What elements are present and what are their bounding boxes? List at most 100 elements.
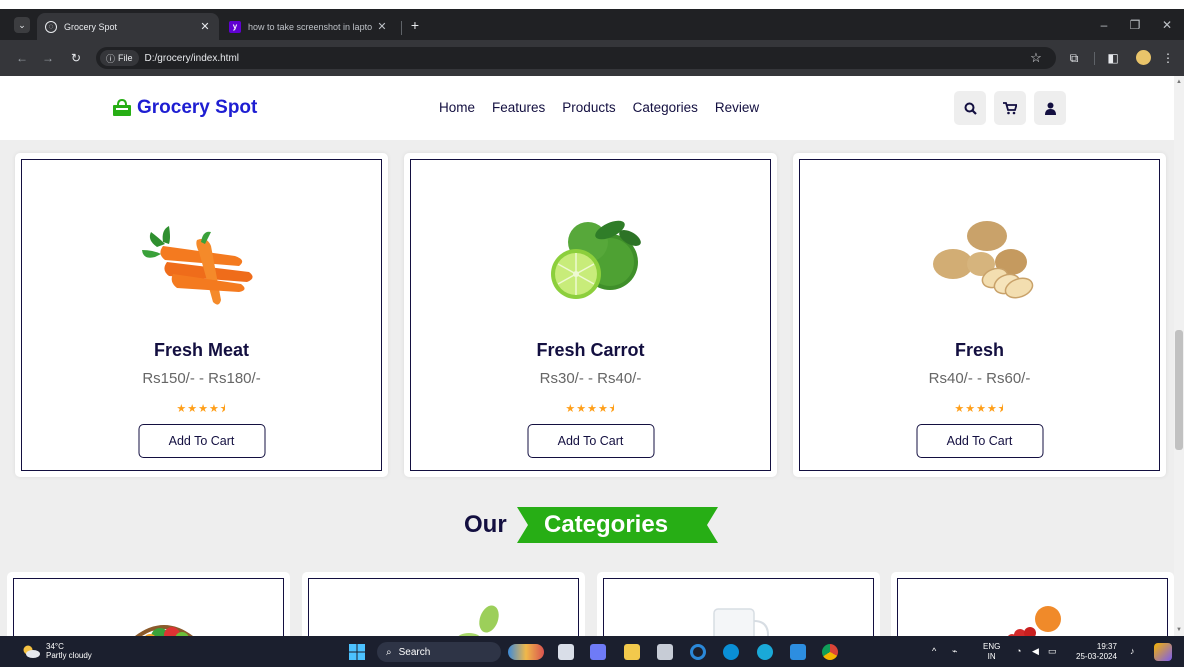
scrollbar-thumb[interactable] [1175,330,1183,450]
scroll-down-arrow-icon[interactable]: ▼ [1175,626,1183,634]
taskbar-search-label: Search [398,646,431,658]
product-card-frame: Fresh Rs40/- - Rs60/- ★★★★⯨ Add To Cart [799,159,1160,471]
cart-button[interactable] [994,91,1026,125]
vscode-icon[interactable] [790,644,806,660]
star-rating: ★★★★⯨ [176,403,227,415]
nav-categories[interactable]: Categories [633,100,698,115]
store-icon[interactable] [657,644,673,660]
site-info-chip[interactable]: ⓘ File [100,50,139,66]
product-card-frame: Fresh Meat Rs150/- - Rs180/- ★★★★⯨ Add T… [21,159,382,471]
nav-home[interactable]: Home [439,100,475,115]
windows-taskbar: 34°C Partly cloudy ⌕ Search ^ ⌁ ENG IN ◔… [0,636,1184,667]
toolbar-divider [1094,52,1095,65]
site-header: Grocery Spot Home Features Products Cate… [0,76,1174,140]
partly-cloudy-icon [23,645,40,658]
browser-toolbar: ← → ↻ ⓘ File D:/grocery/index.html ☆ ⧉ ◧… [0,40,1184,76]
product-price: Rs40/- - Rs60/- [928,370,1031,387]
nav-review[interactable]: Review [715,100,759,115]
widgets-banner-icon[interactable] [508,644,544,660]
product-card: Fresh Meat Rs150/- - Rs180/- ★★★★⯨ Add T… [15,153,388,477]
shopping-basket-icon [113,99,131,116]
site-logo[interactable]: Grocery Spot [112,97,257,119]
site-info-label: File [118,53,133,63]
clock-time: 19:37 [1096,642,1117,651]
weather-widget[interactable]: 34°C Partly cloudy [22,642,92,660]
nav-products[interactable]: Products [562,100,615,115]
product-card: Fresh Rs40/- - Rs60/- ★★★★⯨ Add To Cart [793,153,1166,477]
teams-icon[interactable] [590,644,606,660]
carrot-image [141,226,253,305]
add-to-cart-button[interactable]: Add To Cart [527,424,654,458]
forward-icon[interactable]: → [40,50,56,66]
telegram-icon[interactable] [723,644,739,660]
heading-categories: Categories [544,511,669,538]
task-view-icon[interactable] [558,644,574,660]
tab-title: how to take screenshot in lapto [248,21,373,32]
heading-our: Our [464,511,507,538]
minimize-icon[interactable]: – [1093,16,1115,34]
chrome-icon[interactable] [822,644,838,660]
notification-bell-icon[interactable]: ♪ [1130,646,1135,656]
search-button[interactable] [954,91,986,125]
wifi-icon[interactable]: ◔ [1016,646,1021,656]
profile-avatar[interactable] [1136,50,1151,65]
file-explorer-icon[interactable] [624,644,640,660]
tab-close-icon[interactable]: ✕ [199,20,211,33]
product-name: Fresh Carrot [536,340,645,360]
section-heading: Our Categories [0,507,1174,543]
menu-kebab-icon[interactable]: ⋮ [1160,50,1176,66]
clock-date: 25-03-2024 [1076,652,1117,661]
restore-icon[interactable]: ❐ [1124,16,1146,34]
weather-description: Partly cloudy [46,651,92,660]
user-button[interactable] [1034,91,1066,125]
category-card-frame [897,578,1168,636]
tab-yahoo-search[interactable]: y how to take screenshot in lapto ✕ [221,13,396,40]
category-card [7,572,290,636]
tab-close-icon[interactable]: ✕ [376,20,388,33]
tab-grocery-spot[interactable]: ◌ Grocery Spot ✕ [37,13,219,40]
reload-icon[interactable]: ↻ [68,50,84,66]
taskbar-search[interactable]: ⌕ Search [377,642,501,662]
url-text: D:/grocery/index.html [144,52,240,64]
category-card-frame [13,578,284,636]
product-name: Fresh [954,340,1005,360]
new-tab-icon[interactable]: + [406,16,424,34]
language-indicator[interactable]: ENG IN [983,642,1000,662]
category-card [891,572,1174,636]
extensions-icon[interactable]: ⧉ [1066,50,1082,66]
info-icon: ⓘ [106,53,116,64]
yahoo-icon: y [229,20,241,33]
weather-temperature: 34°C [46,642,64,651]
address-bar[interactable]: ⓘ File D:/grocery/index.html [96,47,1056,69]
search-icon: ⌕ [386,646,392,658]
side-panel-icon[interactable]: ◧ [1105,50,1121,66]
tab-divider [401,21,402,35]
cortana-icon[interactable] [690,644,706,660]
star-rating: ★★★★⯨ [954,403,1005,415]
main-nav: Home Features Products Categories Review [439,100,759,115]
user-icon [1044,102,1056,115]
product-card-frame: Fresh Carrot Rs30/- - Rs40/- ★★★★⯨ Add T… [410,159,771,471]
bookmark-star-icon[interactable]: ☆ [1028,50,1044,66]
network-tray-icon[interactable]: ⌁ [952,646,957,657]
tray-overflow-icon[interactable]: ^ [932,646,936,656]
close-window-icon[interactable]: ✕ [1156,16,1178,34]
tab-title: Grocery Spot [64,21,118,32]
scroll-up-arrow-icon[interactable]: ▲ [1175,78,1183,86]
language-code: ENG [983,642,1001,651]
system-clock[interactable]: 19:37 25-03-2024 [1076,642,1117,662]
product-price: Rs150/- - Rs180/- [142,370,261,387]
milk-jug-image [713,608,770,636]
add-to-cart-button[interactable]: Add To Cart [916,424,1043,458]
nav-features[interactable]: Features [492,100,545,115]
tab-search-icon[interactable]: ⌄ [14,17,30,33]
battery-icon[interactable]: ▭ [1048,646,1057,657]
volume-icon[interactable]: ◀ [1032,646,1039,657]
windows-start-icon[interactable] [349,644,365,660]
copilot-icon[interactable] [1154,643,1172,661]
edge-icon[interactable] [757,644,773,660]
star-rating: ★★★★⯨ [565,403,616,415]
add-to-cart-button[interactable]: Add To Cart [138,424,265,458]
back-icon[interactable]: ← [14,50,30,66]
product-name: Fresh Meat [153,340,250,360]
